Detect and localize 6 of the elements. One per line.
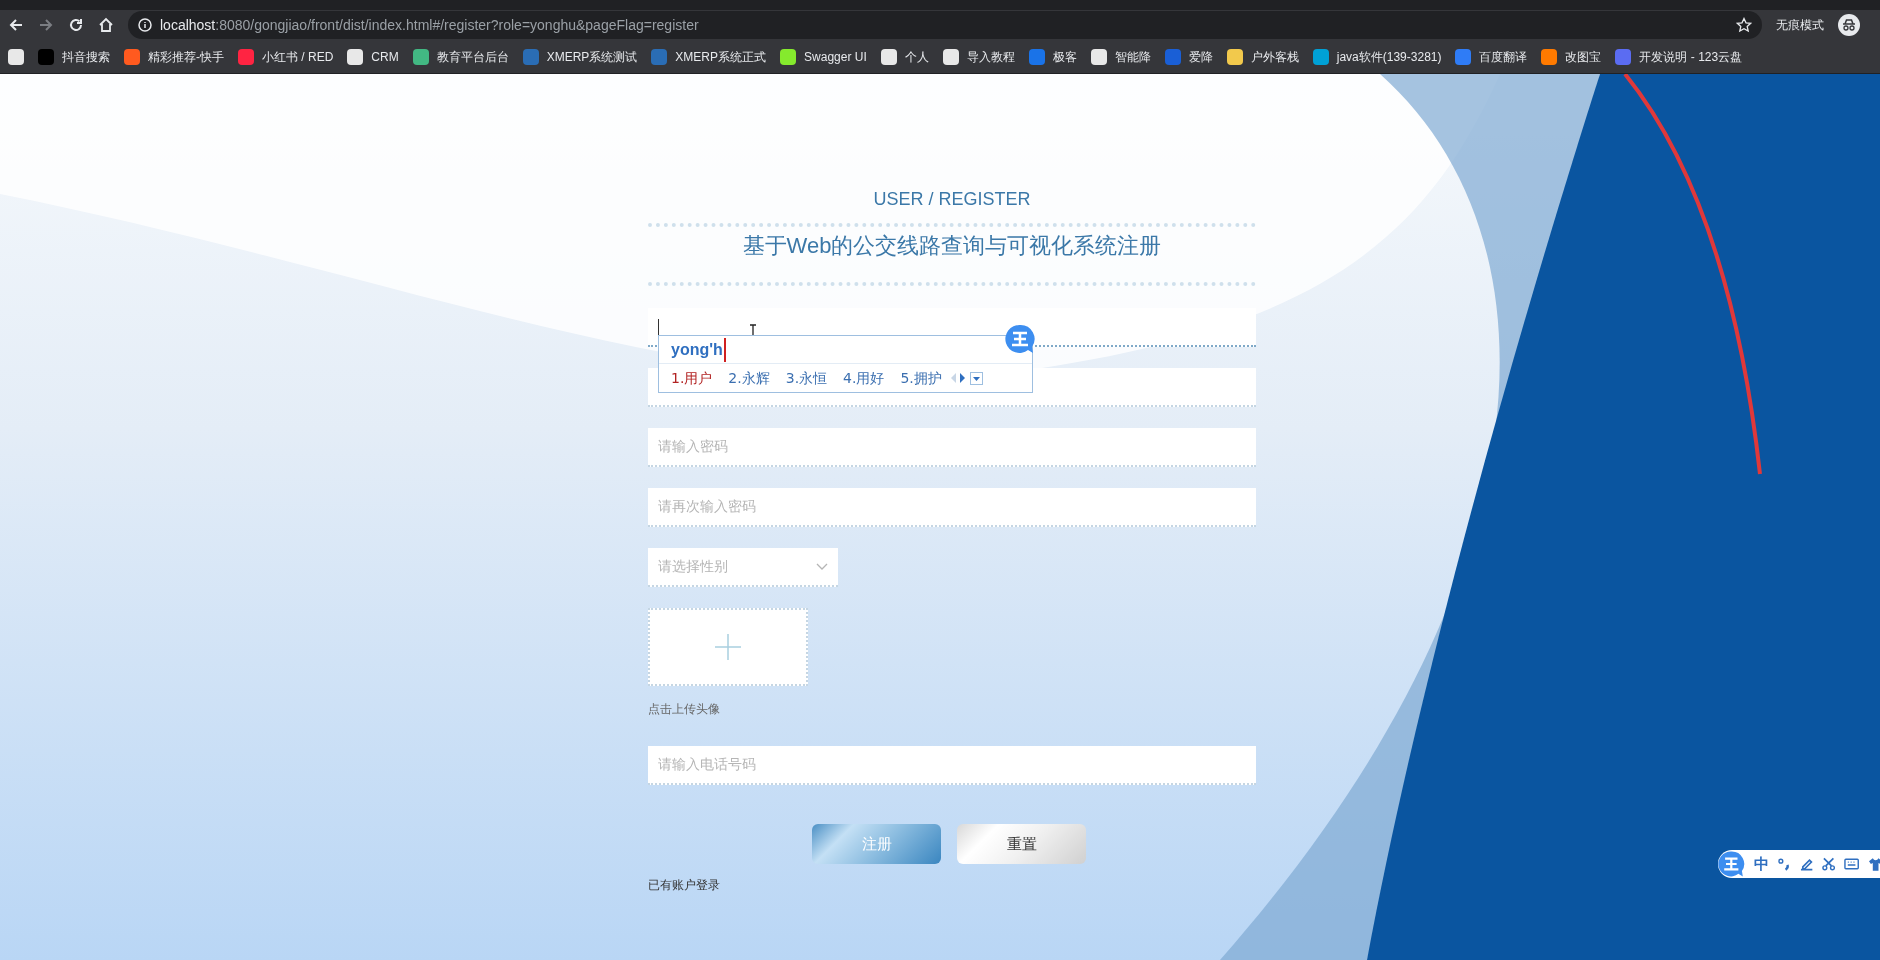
upload-caption: 点击上传头像 [648,701,720,718]
url-text: localhost:8080/gongjiao/front/dist/index.html#/register?role=yonghu&pageFlag=register [160,15,699,35]
form-title: 基于Web的公交线路查询与可视化系统注册 [741,232,1163,260]
form-heading: USER / REGISTER [872,188,1032,211]
incognito-label: 无痕模式 [1776,17,1824,34]
ime-composition: yong'h [671,337,726,362]
